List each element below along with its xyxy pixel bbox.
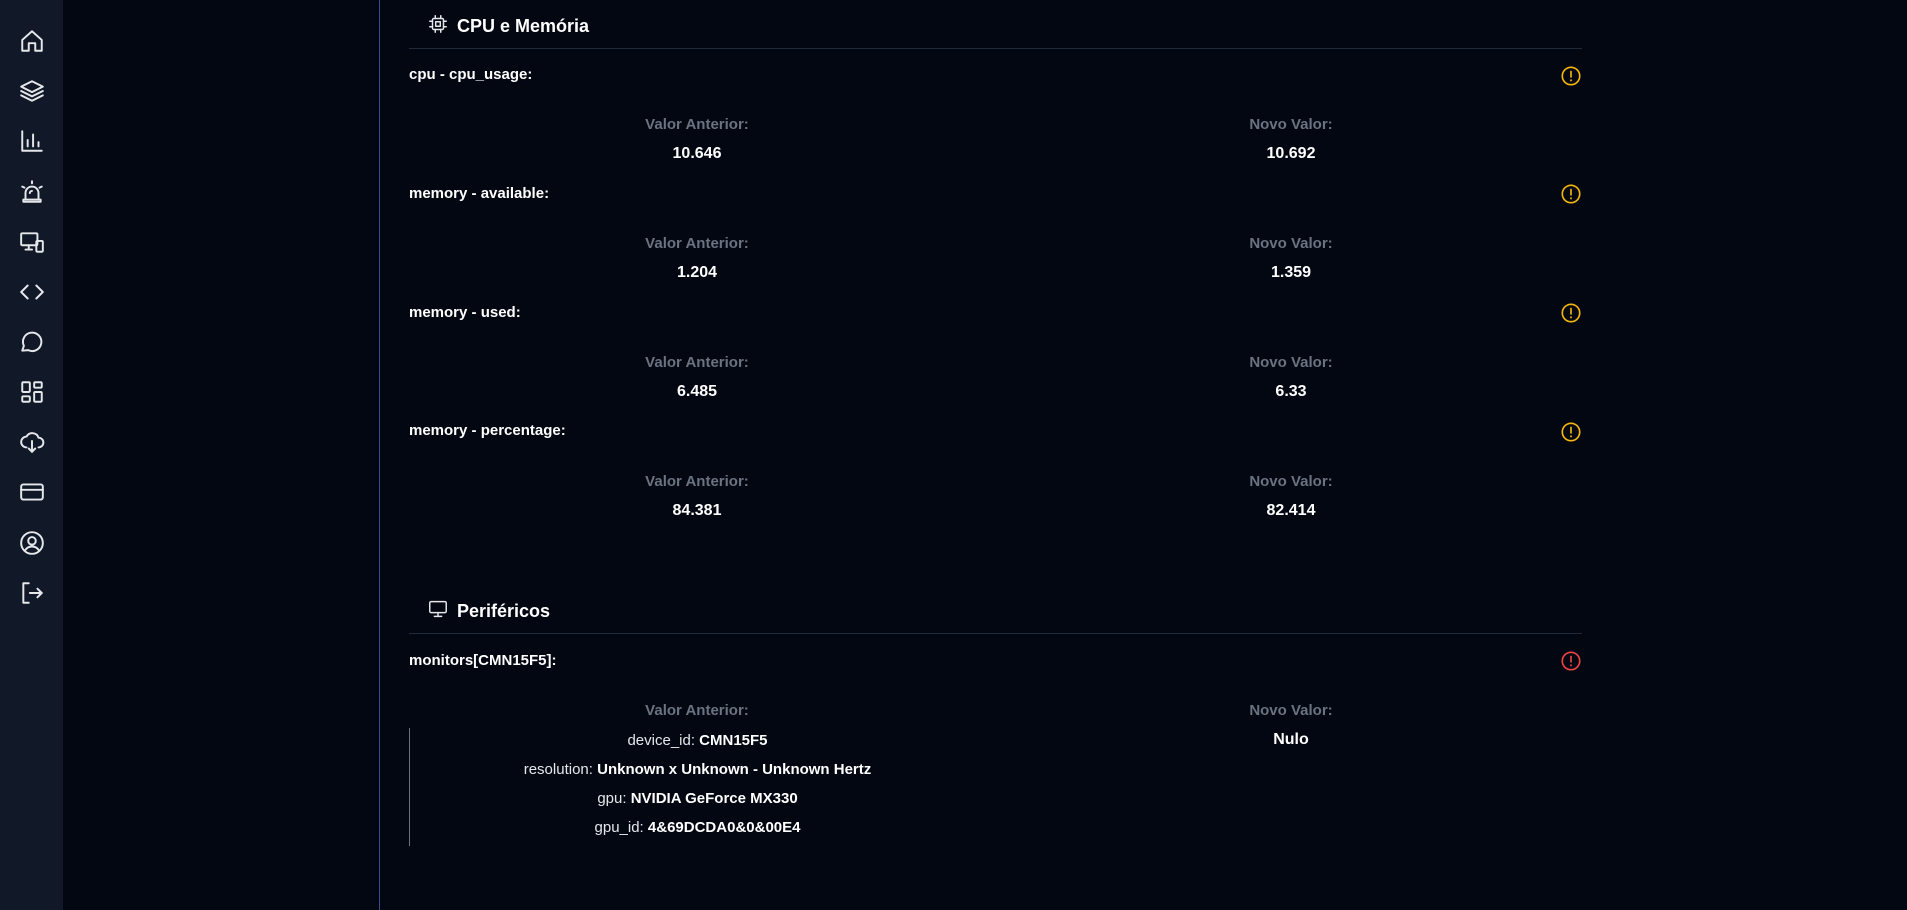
section-divider [409,633,1582,634]
new-value-column: Novo Valor: Nulo [1141,702,1441,749]
cpu-chip-icon [427,13,449,40]
warning-icon [1560,183,1582,205]
previous-value-title: Valor Anterior: [645,116,749,133]
previous-value-object: device_id: CMN15F5 resolution: Unknown x… [409,728,985,846]
devices-icon[interactable] [18,228,46,256]
sidebar [0,0,63,910]
chat-bubble-icon[interactable] [18,328,46,356]
peripherals-section-header: Periféricos [427,598,550,625]
new-value: 6.33 [1275,383,1307,400]
previous-value: 1.204 [676,264,718,281]
warning-icon [1560,65,1582,87]
metric-label: cpu - cpu_usage: [409,66,533,83]
new-value-title: Novo Valor: [1249,354,1333,371]
object-key: gpu: [597,790,627,807]
previous-value-title: Valor Anterior: [645,702,749,719]
peripherals-section-title: Periféricos [457,601,551,621]
object-key: resolution: [523,761,593,778]
new-value-title: Novo Valor: [1249,473,1333,490]
previous-value-column: Valor Anterior: 1.204 [547,235,847,282]
object-value: Unknown x Unknown - Unknown Hertz [597,761,872,778]
bar-chart-icon[interactable] [18,127,46,155]
previous-value-title: Valor Anterior: [645,354,749,371]
code-icon[interactable] [18,278,46,306]
previous-value: 84.381 [672,502,722,519]
section-divider [409,48,1582,49]
object-value: 4&69DCDA0&0&00E4 [647,819,801,836]
dashboard-grid-icon[interactable] [18,378,46,406]
metric-label: monitors[CMN15F5]: [409,652,557,669]
alarm-siren-icon[interactable] [18,178,46,206]
previous-value-title: Valor Anterior: [645,235,749,252]
previous-value: 6.485 [676,383,718,400]
object-line: resolution: Unknown x Unknown - Unknown … [410,759,985,788]
previous-value-column: Valor Anterior: 84.381 [547,473,847,520]
previous-value-column: Valor Anterior: 6.485 [547,354,847,401]
new-value-title: Novo Valor: [1249,235,1333,252]
object-key: device_id: [627,732,695,749]
cloud-download-icon[interactable] [18,428,46,456]
object-value: NVIDIA GeForce MX330 [630,790,798,807]
new-value-title: Novo Valor: [1249,702,1333,719]
new-value: 1.359 [1270,264,1312,281]
new-value-column: Novo Valor: 6.33 [1141,354,1441,401]
logout-icon[interactable] [18,579,46,607]
warning-icon [1560,421,1582,443]
previous-value-column: Valor Anterior: [547,702,847,719]
new-value: 10.692 [1266,145,1316,162]
timeline-divider [379,0,380,910]
cpu-section-header: CPU e Memória [427,13,589,40]
metric-label: memory - used: [409,304,521,321]
credit-card-icon[interactable] [18,478,46,506]
new-value: Nulo [1273,731,1309,748]
object-line: gpu: NVIDIA GeForce MX330 [410,788,985,817]
cpu-section-title: CPU e Memória [457,16,590,36]
new-value: 82.414 [1266,502,1316,519]
user-circle-icon[interactable] [18,529,46,557]
object-line: gpu_id: 4&69DCDA0&0&00E4 [410,817,985,846]
new-value-title: Novo Valor: [1249,116,1333,133]
object-key: gpu_id: [594,819,644,836]
metric-label: memory - percentage: [409,422,566,439]
previous-value: 10.646 [672,145,722,162]
object-value: CMN15F5 [699,732,768,749]
home-icon[interactable] [18,27,46,55]
error-icon [1560,650,1582,672]
new-value-column: Novo Valor: 1.359 [1141,235,1441,282]
object-line: device_id: CMN15F5 [410,728,985,759]
layers-icon[interactable] [18,77,46,105]
monitor-icon [427,598,449,625]
metric-label: memory - available: [409,185,550,202]
previous-value-column: Valor Anterior: 10.646 [547,116,847,163]
new-value-column: Novo Valor: 82.414 [1141,473,1441,520]
warning-icon [1560,302,1582,324]
previous-value-title: Valor Anterior: [645,473,749,490]
new-value-column: Novo Valor: 10.692 [1141,116,1441,163]
